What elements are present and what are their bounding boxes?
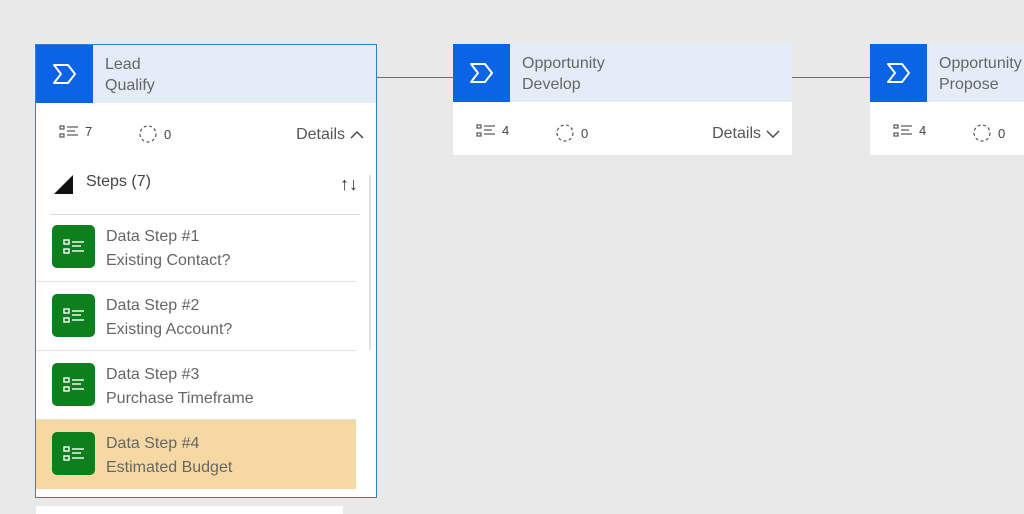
steps-section-header: Steps (7) ↑↓ [50, 168, 360, 215]
steps-count: 7 [59, 124, 92, 139]
chevron-up-icon [350, 131, 364, 139]
list-icon [59, 124, 78, 138]
connector-line [376, 77, 453, 78]
steps-title: Steps (7) [86, 173, 151, 190]
dashed-circle-icon [139, 125, 157, 143]
scrollbar[interactable] [369, 175, 371, 350]
stage-header[interactable]: Opportunity Propose [870, 44, 1024, 102]
stage-chevron-icon [870, 44, 927, 102]
stage-title: Opportunity Develop [522, 55, 605, 93]
step-label: Data Step #1 Existing Contact? [106, 228, 231, 269]
stage-chevron-icon [453, 44, 510, 102]
stage-lead-qualify[interactable]: Lead Qualify 7 0 Details Steps (7) ↑↓ Da… [35, 44, 377, 498]
conditions-count: 0 [972, 123, 1005, 143]
stage-metrics: 7 0 Details [36, 103, 376, 155]
dashed-circle-icon [973, 124, 991, 142]
steps-count: 4 [893, 123, 926, 138]
data-step-icon [52, 294, 95, 337]
list-icon [893, 123, 912, 137]
chevron-down-icon [766, 130, 780, 138]
stage-header[interactable]: Opportunity Develop [453, 44, 792, 102]
stage-chevron-icon [36, 45, 93, 103]
stage-metrics: 4 0 [870, 102, 1024, 154]
connector-line [792, 77, 870, 78]
details-toggle[interactable]: Details [296, 126, 364, 144]
stage-opportunity-propose[interactable]: Opportunity Propose 4 0 [870, 44, 1024, 155]
data-step-icon [52, 363, 95, 406]
collapse-triangle-icon[interactable] [52, 173, 74, 195]
step-item[interactable]: Data Step #2 Existing Account? [36, 282, 356, 351]
conditions-count: 0 [138, 124, 171, 144]
bottom-panel-edge [36, 506, 343, 514]
stage-opportunity-develop[interactable]: Opportunity Develop 4 0 Details [453, 44, 792, 155]
steps-count: 4 [476, 123, 509, 138]
data-step-icon [52, 225, 95, 268]
step-label: Data Step #4 Estimated Budget [106, 435, 233, 476]
step-item[interactable]: Data Step #1 Existing Contact? [36, 213, 356, 282]
conditions-count: 0 [555, 123, 588, 143]
stage-header[interactable]: Lead Qualify [36, 45, 376, 103]
stage-metrics: 4 0 Details [453, 102, 792, 154]
stage-title: Lead Qualify [105, 56, 155, 94]
sort-arrows-icon[interactable]: ↑↓ [340, 174, 358, 195]
dashed-circle-icon [556, 124, 574, 142]
step-label: Data Step #3 Purchase Timeframe [106, 366, 254, 407]
data-step-icon [52, 432, 95, 475]
details-toggle[interactable]: Details [712, 125, 780, 143]
step-item[interactable]: Data Step #3 Purchase Timeframe [36, 351, 356, 420]
step-label: Data Step #2 Existing Account? [106, 297, 233, 338]
list-icon [476, 123, 495, 137]
stage-title: Opportunity Propose [939, 55, 1022, 93]
step-item-selected[interactable]: Data Step #4 Estimated Budget [36, 420, 356, 489]
